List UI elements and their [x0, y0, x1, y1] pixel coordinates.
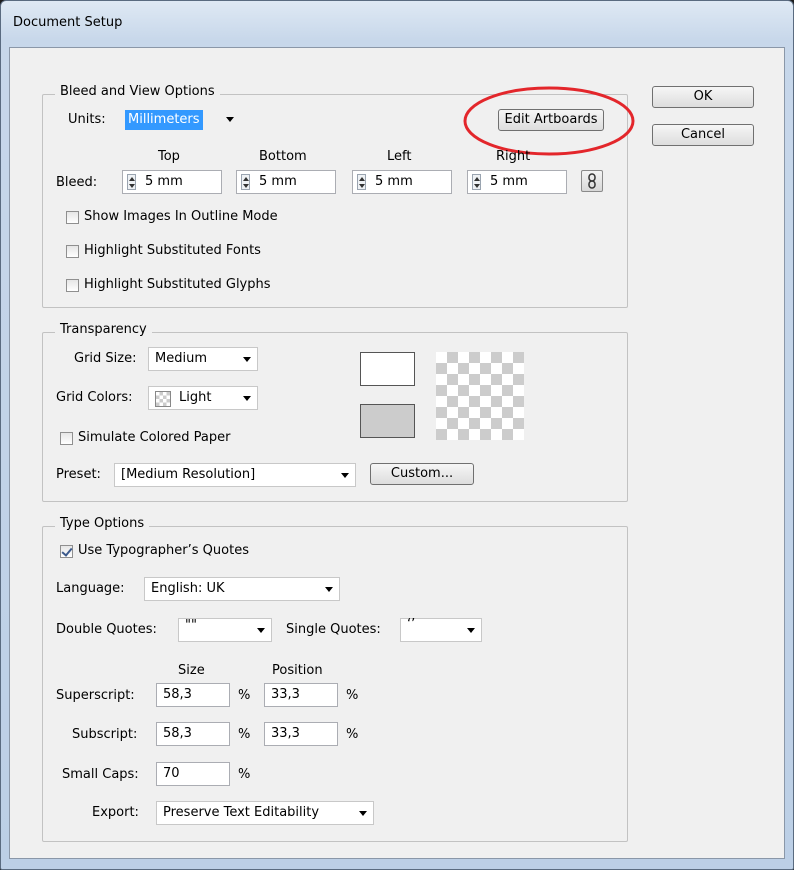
bleed-view-options-legend: Bleed and View Options	[55, 84, 220, 99]
export-dropdown[interactable]: Preserve Text Editability	[156, 801, 374, 825]
bleed-left-value: 5 mm	[375, 174, 413, 189]
language-value: English: UK	[151, 581, 225, 596]
dialog-client-area: Bleed and View Options Units: Millimeter…	[9, 47, 785, 859]
single-quotes-label: Single Quotes:	[286, 622, 381, 637]
transparency-legend: Transparency	[55, 322, 152, 337]
superscript-label: Superscript:	[56, 688, 135, 703]
grid-colors-label: Grid Colors:	[56, 390, 133, 405]
title-bar[interactable]: Document Setup	[1, 1, 793, 47]
grid-color-gray-swatch[interactable]	[360, 404, 415, 438]
bleed-top-value: 5 mm	[145, 174, 183, 189]
size-header: Size	[178, 663, 205, 678]
units-value: Millimeters	[125, 110, 203, 130]
language-dropdown[interactable]: English: UK	[144, 577, 340, 601]
percent-label: %	[238, 688, 251, 703]
double-quotes-label: Double Quotes:	[56, 622, 157, 637]
highlight-fonts-label[interactable]: Highlight Substituted Fonts	[84, 243, 261, 258]
show-images-outline-checkbox[interactable]	[66, 211, 79, 224]
bleed-bottom-value: 5 mm	[259, 174, 297, 189]
typographers-quotes-checkbox[interactable]	[60, 545, 73, 558]
small-caps-input[interactable]: 70	[156, 762, 230, 786]
chevron-down-icon	[325, 587, 333, 592]
percent-label: %	[346, 727, 359, 742]
subscript-size-input[interactable]: 58,3	[156, 722, 230, 746]
bleed-right-input[interactable]: 5 mm	[467, 170, 567, 194]
highlight-glyphs-checkbox[interactable]	[66, 279, 79, 292]
custom-button[interactable]: Custom...	[370, 463, 474, 485]
double-quotes-dropdown[interactable]: ""	[178, 618, 272, 642]
grid-size-value: Medium	[155, 351, 207, 366]
superscript-position-input[interactable]: 33,3	[264, 683, 338, 707]
transparency-grid-preview	[436, 352, 524, 440]
units-dropdown[interactable]: Millimeters	[122, 108, 236, 132]
cancel-button[interactable]: Cancel	[652, 124, 754, 146]
document-setup-dialog: Document Setup Bleed and View Options Un…	[0, 0, 794, 870]
highlight-glyphs-label[interactable]: Highlight Substituted Glyphs	[84, 277, 271, 292]
bleed-right-header: Right	[496, 149, 531, 164]
spinner-arrows-icon[interactable]	[357, 174, 366, 190]
simulate-colored-paper-checkbox[interactable]	[60, 432, 73, 445]
subscript-label: Subscript:	[72, 727, 138, 742]
percent-label: %	[346, 688, 359, 703]
subscript-position-input[interactable]: 33,3	[264, 722, 338, 746]
chain-link-icon[interactable]	[581, 170, 603, 192]
preset-dropdown[interactable]: [Medium Resolution]	[114, 463, 356, 487]
grid-color-swatch-icon	[155, 391, 171, 407]
bleed-right-value: 5 mm	[490, 174, 528, 189]
grid-colors-value: Light	[179, 390, 212, 405]
bleed-label: Bleed:	[56, 175, 98, 190]
export-value: Preserve Text Editability	[163, 805, 320, 820]
spinner-arrows-icon[interactable]	[472, 174, 481, 190]
chevron-down-icon	[243, 396, 251, 401]
export-label: Export:	[92, 805, 139, 820]
chevron-down-icon	[359, 811, 367, 816]
grid-size-label: Grid Size:	[74, 351, 137, 366]
bleed-left-header: Left	[387, 149, 412, 164]
bleed-bottom-input[interactable]: 5 mm	[236, 170, 336, 194]
preset-label: Preset:	[56, 467, 101, 482]
type-options-legend: Type Options	[55, 516, 150, 531]
single-quotes-dropdown[interactable]: ‘’	[400, 617, 482, 642]
chevron-down-icon	[243, 357, 251, 362]
language-label: Language:	[56, 581, 125, 596]
grid-color-white-swatch[interactable]	[360, 352, 415, 386]
highlight-fonts-checkbox[interactable]	[66, 245, 79, 258]
ok-button[interactable]: OK	[652, 86, 754, 108]
chevron-down-icon	[467, 628, 475, 633]
chevron-down-icon	[341, 473, 349, 478]
chevron-down-icon	[257, 628, 265, 633]
spinner-arrows-icon[interactable]	[127, 174, 136, 190]
preset-value: [Medium Resolution]	[121, 467, 256, 482]
grid-size-dropdown[interactable]: Medium	[148, 347, 258, 371]
simulate-colored-paper-label[interactable]: Simulate Colored Paper	[78, 430, 230, 445]
typographers-quotes-label[interactable]: Use Typographer’s Quotes	[78, 543, 249, 558]
position-header: Position	[272, 663, 323, 678]
small-caps-label: Small Caps:	[62, 767, 139, 782]
bleed-left-input[interactable]: 5 mm	[352, 170, 452, 194]
red-highlight-circle-icon	[463, 86, 635, 156]
show-images-outline-label[interactable]: Show Images In Outline Mode	[84, 209, 278, 224]
bleed-top-header: Top	[158, 149, 180, 164]
percent-label: %	[238, 727, 251, 742]
units-label: Units:	[68, 112, 106, 127]
percent-label: %	[238, 767, 251, 782]
bleed-top-input[interactable]: 5 mm	[122, 170, 222, 194]
spinner-arrows-icon[interactable]	[241, 174, 250, 190]
double-quotes-value: ""	[185, 618, 197, 633]
bleed-bottom-header: Bottom	[259, 149, 307, 164]
single-quotes-value: ‘’	[407, 617, 416, 632]
chevron-down-icon	[226, 117, 234, 122]
grid-colors-dropdown[interactable]: Light	[148, 386, 258, 410]
superscript-size-input[interactable]: 58,3	[156, 683, 230, 707]
window-title: Document Setup	[13, 15, 123, 30]
